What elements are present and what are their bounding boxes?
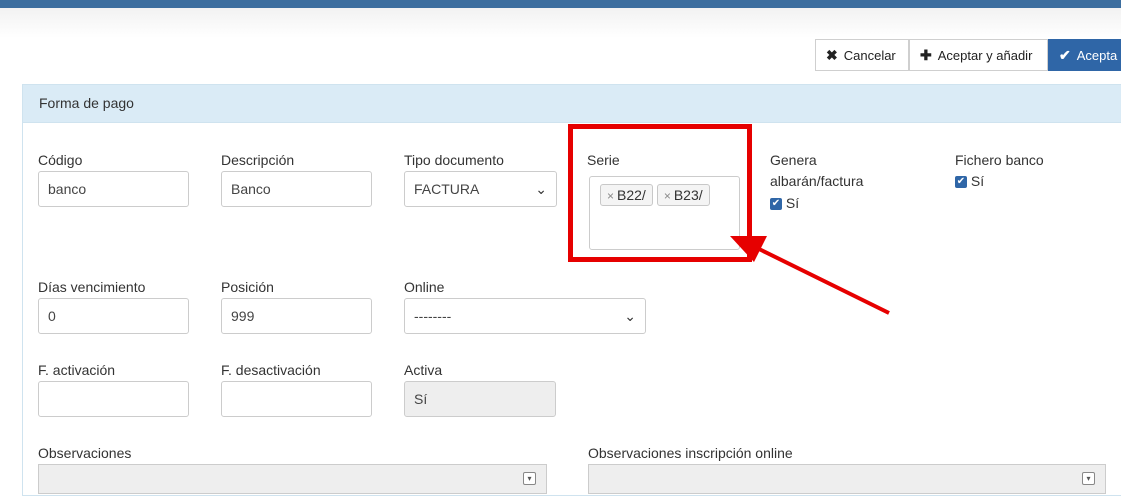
annotation-arrow-icon [730, 236, 890, 315]
